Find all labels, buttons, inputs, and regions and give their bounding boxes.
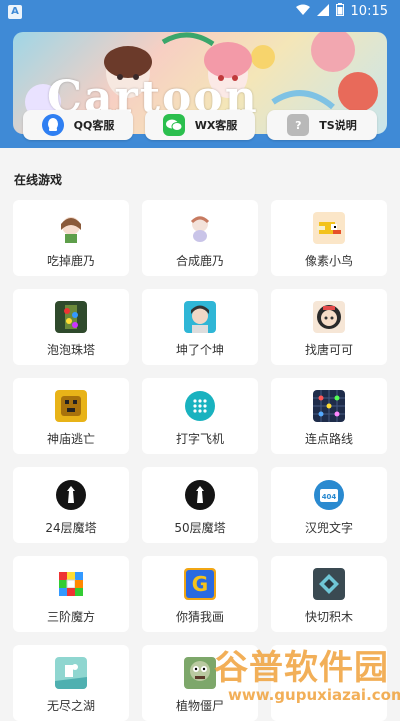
game-card[interactable]: 坤了个坤 (142, 289, 258, 365)
game-card[interactable]: 三阶魔方 (13, 556, 129, 632)
game-card[interactable]: 植物僵尸 (142, 645, 258, 721)
game-name: 打字飞机 (175, 432, 224, 446)
game-name: 快切积木 (304, 610, 353, 624)
section-title: 在线游戏 (14, 173, 63, 187)
game-name: 神庙逃亡 (46, 432, 95, 446)
zombie-icon (184, 657, 216, 689)
game-name: 植物僵尸 (175, 699, 224, 713)
kano-chibi-icon (184, 212, 216, 244)
game-card[interactable]: 合成鹿乃 (142, 200, 258, 276)
qq-service-button[interactable]: QQ客服 (23, 110, 133, 140)
rubik-cube-icon (55, 568, 87, 600)
dot-grid-icon (313, 390, 345, 422)
qq-service-label: QQ客服 (73, 119, 115, 132)
notification-icon: A (8, 5, 22, 19)
temple-run-icon (55, 390, 87, 422)
svg-text:G: G (192, 572, 208, 596)
404-icon: 404 (313, 479, 345, 511)
wx-service-button[interactable]: WX客服 (145, 110, 255, 140)
kano-girl-icon (55, 212, 87, 244)
g-logo-icon: G (184, 568, 216, 600)
wechat-icon (162, 114, 185, 136)
question-icon: ? (287, 114, 310, 136)
game-card[interactable]: 24层魔塔 (13, 467, 129, 543)
block-icon (313, 568, 345, 600)
game-name: 合成鹿乃 (175, 254, 224, 268)
qq-icon (41, 114, 64, 136)
game-card[interactable]: 无尽之湖 (13, 645, 129, 721)
keypad-icon (184, 390, 216, 422)
game-name: 找唐可可 (304, 343, 353, 357)
game-card[interactable]: 50层魔塔 (142, 467, 258, 543)
status-bar: A 10:15 (0, 0, 400, 24)
header-area: Cartoon QQ客服 WX客服 ? TS说明 (0, 24, 400, 148)
game-name: 50层魔塔 (174, 521, 226, 535)
game-card[interactable]: 神庙逃亡 (13, 378, 129, 454)
tower-icon (184, 479, 216, 511)
game-name: 汉兜文字 (304, 521, 353, 535)
tang-keke-icon (313, 301, 345, 333)
ts-info-label: TS说明 (319, 119, 357, 132)
game-card[interactable]: 404 汉兜文字 (271, 467, 387, 543)
game-name: 像素小鸟 (304, 254, 353, 268)
game-name: 坤了个坤 (175, 343, 224, 357)
game-card[interactable]: 打字飞机 (142, 378, 258, 454)
kun-portrait-icon (184, 301, 216, 333)
game-grid: 吃掉鹿乃 合成鹿乃 像素小鸟 泡泡珠塔 坤了个坤 找唐可可 神庙逃亡 打字飞机 … (13, 200, 387, 721)
game-name: 连点路线 (304, 432, 353, 446)
game-name: 你猜我画 (175, 610, 224, 624)
game-name: 三阶魔方 (46, 610, 95, 624)
game-card[interactable] (271, 645, 387, 721)
tower-icon (55, 479, 87, 511)
game-card[interactable]: 找唐可可 (271, 289, 387, 365)
game-card[interactable]: 像素小鸟 (271, 200, 387, 276)
game-card[interactable]: 连点路线 (271, 378, 387, 454)
bubble-tower-icon (55, 301, 87, 333)
service-buttons: QQ客服 WX客服 ? TS说明 (23, 110, 377, 142)
game-name: 泡泡珠塔 (46, 343, 95, 357)
lake-icon (55, 657, 87, 689)
game-card[interactable]: 泡泡珠塔 (13, 289, 129, 365)
game-card[interactable]: 吃掉鹿乃 (13, 200, 129, 276)
game-name: 24层魔塔 (45, 521, 97, 535)
game-name: 吃掉鹿乃 (46, 254, 95, 268)
game-card[interactable]: 快切积木 (271, 556, 387, 632)
game-name: 无尽之湖 (46, 699, 95, 713)
wifi-icon (295, 4, 310, 20)
wx-service-label: WX客服 (194, 119, 238, 132)
pixel-bird-icon (313, 212, 345, 244)
svg-text:404: 404 (322, 493, 337, 501)
game-card[interactable]: G 你猜我画 (142, 556, 258, 632)
clock: 10:15 (350, 4, 388, 19)
signal-icon (316, 3, 329, 20)
ts-info-button[interactable]: ? TS说明 (267, 110, 377, 140)
battery-icon (335, 3, 344, 20)
